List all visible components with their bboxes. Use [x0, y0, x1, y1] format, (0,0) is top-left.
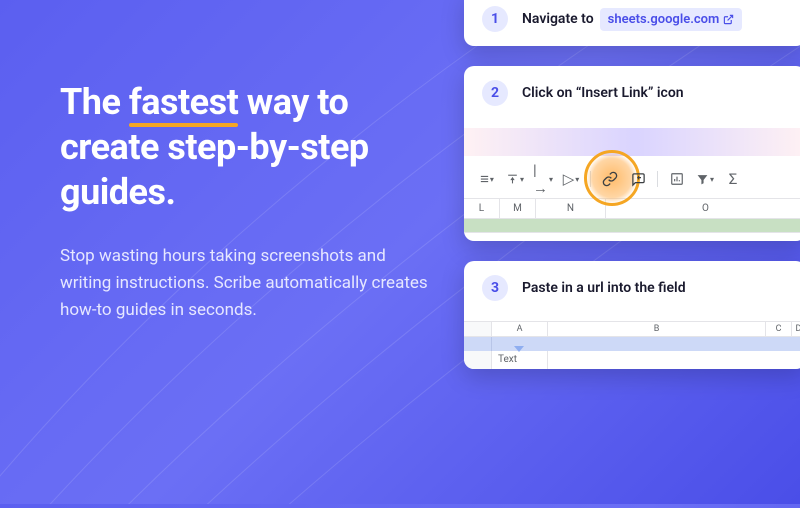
col-header: O	[606, 199, 800, 218]
navigate-link[interactable]: sheets.google.com	[600, 8, 743, 31]
step-text-pre: Navigate to	[522, 11, 594, 27]
step-text: Paste in a url into the field	[522, 280, 686, 296]
sheet-row	[464, 219, 800, 233]
insert-link-icon[interactable]	[601, 170, 619, 188]
cell-label: Text	[492, 351, 548, 369]
headline-highlight: fastest	[129, 80, 238, 125]
col-header: B	[548, 322, 766, 336]
wrap-icon: |→▾	[534, 170, 552, 188]
step-header: 1 Navigate to sheets.google.com	[464, 0, 800, 46]
step-number: 2	[482, 80, 508, 106]
valign-icon: ▾	[506, 170, 524, 188]
step-screenshot: A B C D Text	[464, 315, 800, 369]
step-header: 3 Paste in a url into the field	[464, 261, 800, 315]
step-number: 3	[482, 275, 508, 301]
align-icon: ≡▾	[478, 170, 496, 188]
step-screenshot: ≡▾ ▾ |→▾ ▷▾	[464, 120, 800, 241]
filter-icon: ▾	[696, 170, 714, 188]
sheet-row: Text	[464, 351, 800, 369]
step-card-2: 2 Click on “Insert Link” icon ≡▾ ▾ |→▾ ▷…	[464, 66, 800, 241]
step-text: Click on “Insert Link” icon	[522, 85, 684, 101]
step-header: 2 Click on “Insert Link” icon	[464, 66, 800, 120]
col-header: C	[766, 322, 792, 336]
functions-icon: Σ	[724, 170, 742, 188]
chart-icon	[668, 170, 686, 188]
hero-subhead: Stop wasting hours taking screenshots an…	[60, 243, 434, 325]
link-label: sheets.google.com	[608, 12, 720, 27]
hero-headline: The fastest way to create step-by-step g…	[60, 80, 434, 215]
sheets-toolbar: ≡▾ ▾ |→▾ ▷▾	[464, 170, 800, 199]
steps-column: 1 Navigate to sheets.google.com	[464, 0, 800, 504]
step-number: 1	[482, 6, 508, 32]
col-header: L	[464, 199, 500, 218]
step-card-1: 1 Navigate to sheets.google.com	[464, 0, 800, 46]
column-headers: L M N O	[464, 199, 800, 219]
column-headers: A B C D	[464, 321, 800, 337]
rotate-icon: ▷▾	[562, 170, 580, 188]
col-header: N	[536, 199, 606, 218]
step-card-3: 3 Paste in a url into the field A B C D …	[464, 261, 800, 369]
col-header: D	[792, 322, 800, 336]
external-link-icon	[723, 14, 734, 25]
col-header: A	[492, 322, 548, 336]
col-header: M	[500, 199, 536, 218]
headline-pre: The	[60, 81, 129, 123]
comment-icon	[629, 170, 647, 188]
step-text: Navigate to sheets.google.com	[522, 8, 742, 31]
hero-section: The fastest way to create step-by-step g…	[0, 0, 464, 504]
